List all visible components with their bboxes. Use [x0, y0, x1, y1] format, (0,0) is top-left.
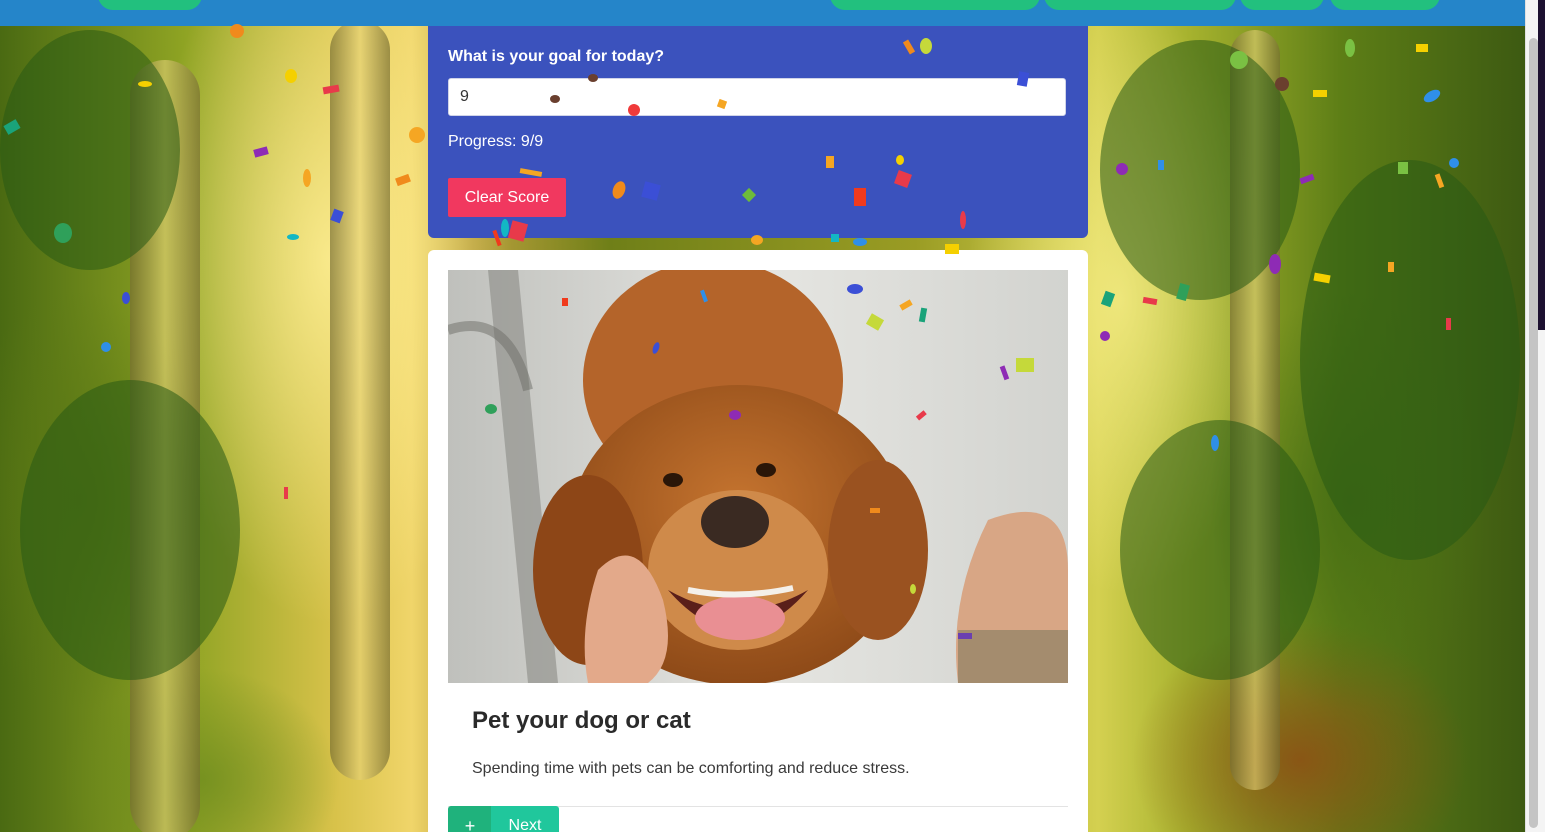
card-title: Pet your dog or cat [472, 707, 691, 734]
next-button[interactable]: Next [491, 806, 559, 832]
card-description: Spending time with pets can be comfortin… [472, 760, 910, 777]
clear-score-button[interactable]: Clear Score [448, 178, 566, 217]
edge-overlay [1538, 0, 1545, 330]
scrollbar-thumb[interactable] [1529, 38, 1538, 828]
goal-panel: What is your goal for today? Progress: 9… [428, 26, 1088, 238]
nav-button[interactable] [1044, 0, 1236, 10]
nav-button[interactable] [1240, 0, 1324, 10]
nav-button[interactable] [1330, 0, 1440, 10]
add-button[interactable]: + [448, 806, 492, 832]
dog-photo [448, 270, 1068, 683]
activity-card: Pet your dog or cat Spending time with p… [428, 250, 1088, 832]
nav-button[interactable] [830, 0, 1040, 10]
goal-label: What is your goal for today? [448, 48, 665, 65]
nav-button[interactable] [98, 0, 202, 10]
top-navigation-bar [0, 0, 1525, 26]
goal-input[interactable] [448, 78, 1066, 116]
progress-text: Progress: 9/9 [448, 133, 544, 150]
